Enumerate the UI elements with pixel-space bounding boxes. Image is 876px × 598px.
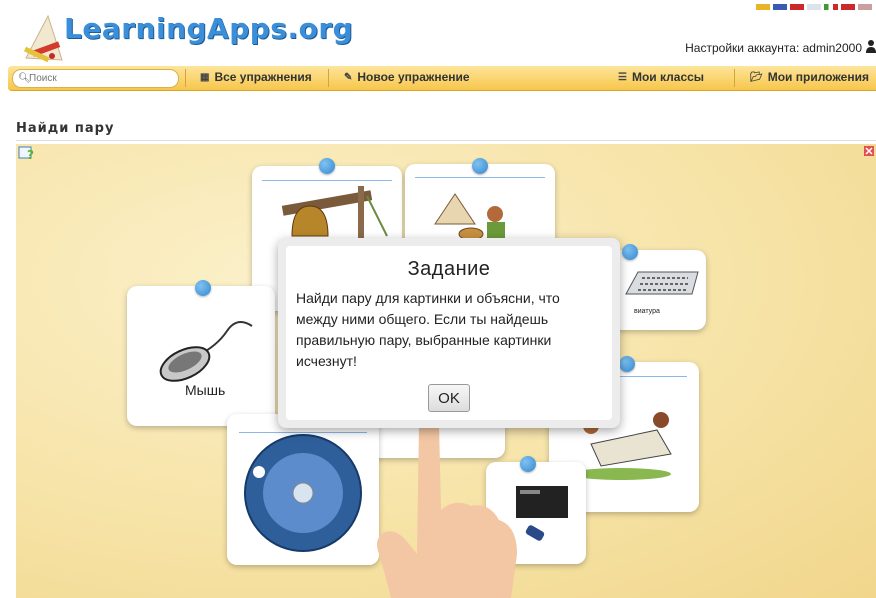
- cd-disk-image: [239, 432, 367, 552]
- svg-text:?: ?: [27, 148, 34, 160]
- keyboard-image: [625, 271, 699, 295]
- language-flags: [756, 4, 872, 10]
- pointing-hand-icon: [377, 414, 517, 598]
- card-pin[interactable]: [472, 158, 488, 174]
- dialog-title: Задание: [407, 258, 491, 280]
- card-cd[interactable]: [227, 414, 379, 565]
- flag-icon[interactable]: [824, 4, 838, 10]
- nav-new-exercise[interactable]: ✎ Новое упражнение: [344, 70, 470, 84]
- keyboard-label: виатура: [634, 308, 660, 315]
- user-icon[interactable]: [866, 39, 876, 53]
- card-pin[interactable]: [195, 280, 211, 296]
- account-settings-link[interactable]: Настройки аккаунта: admin2000: [685, 41, 862, 55]
- nav-all-exercises-label: Все упражнения: [214, 70, 312, 84]
- logo-text[interactable]: LearningApps.org: [64, 12, 353, 45]
- nav-all-exercises[interactable]: ▦ Все упражнения: [200, 70, 312, 84]
- title-divider: [16, 140, 876, 141]
- dialog-body: Найди пару для картинки и объясни, что м…: [296, 290, 560, 369]
- list-icon: ☰: [618, 71, 627, 83]
- card-keyboard[interactable]: виатура: [612, 244, 706, 330]
- nav-my-classes[interactable]: ☰ Мои классы: [618, 70, 704, 84]
- main-navbar: 🔍︎ ▦ Все упражнения ✎ Новое упражнение ☰…: [8, 66, 876, 91]
- flag-icon[interactable]: [756, 4, 770, 10]
- computer-mouse-image: [159, 321, 253, 382]
- folder-icon: 📂︎: [750, 71, 763, 83]
- help-icon[interactable]: ?: [18, 146, 34, 160]
- flag-icon[interactable]: [858, 4, 872, 10]
- fullscreen-icon[interactable]: [864, 146, 874, 156]
- task-dialog-content: Задание Найди пару для картинки и объясн…: [286, 246, 612, 420]
- grid-icon: ▦: [200, 71, 210, 83]
- search-input[interactable]: [29, 71, 169, 85]
- task-dialog: Задание Найди пару для картинки и объясн…: [278, 238, 620, 428]
- nav-new-exercise-label: Новое упражнение: [357, 70, 470, 84]
- flag-icon[interactable]: [841, 4, 855, 10]
- nav-my-apps-label: Мои приложения: [767, 70, 869, 84]
- page-title: Найди пару: [16, 121, 115, 136]
- game-area: ? виатура Мышь Задание Найди пару для ка…: [16, 144, 876, 598]
- nav-divider: [185, 69, 186, 87]
- nav-my-apps[interactable]: 📂︎ Мои приложения: [750, 70, 869, 84]
- flag-icon[interactable]: [790, 4, 804, 10]
- ok-button[interactable]: OK: [428, 384, 470, 412]
- nav-my-classes-label: Мои классы: [631, 70, 705, 84]
- card-pin[interactable]: [622, 244, 638, 260]
- nav-divider: [328, 69, 329, 87]
- card-mouse[interactable]: Мышь: [127, 280, 275, 426]
- search-box[interactable]: 🔍︎: [12, 69, 179, 88]
- card-pin[interactable]: [520, 456, 536, 472]
- mouse-label: Мышь: [185, 382, 226, 398]
- nav-divider: [734, 69, 735, 87]
- logo[interactable]: LearningApps.org: [0, 0, 353, 66]
- pencil-icon: ✎: [344, 71, 353, 83]
- card-pin[interactable]: [619, 356, 635, 372]
- card-pin[interactable]: [319, 158, 335, 174]
- flag-icon[interactable]: [773, 4, 787, 10]
- logo-illustration-icon: [23, 14, 63, 63]
- flag-icon[interactable]: [807, 4, 821, 10]
